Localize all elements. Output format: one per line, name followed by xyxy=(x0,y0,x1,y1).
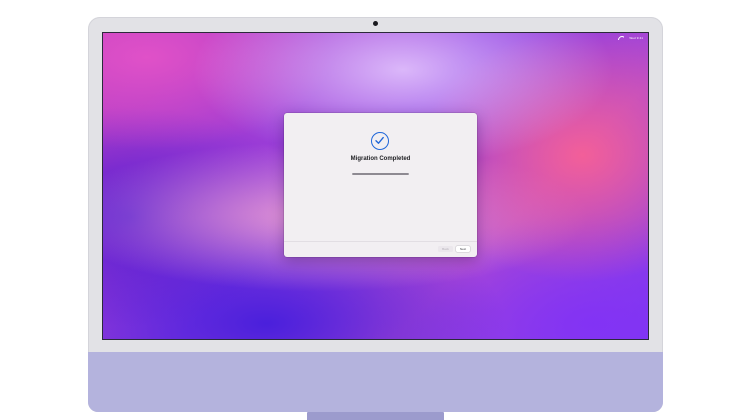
progress-bar xyxy=(352,173,409,175)
progress-fill xyxy=(352,173,409,175)
imac-chin xyxy=(88,352,663,412)
back-button[interactable]: Back xyxy=(438,246,453,252)
display-screen: Wed 9:41 Migration Completed Back Next xyxy=(102,32,649,340)
dialog-divider xyxy=(284,241,477,242)
imac-stand xyxy=(307,412,444,420)
menubar-clock[interactable]: Wed 9:41 xyxy=(629,36,643,40)
next-button[interactable]: Next xyxy=(456,246,470,252)
wifi-icon[interactable] xyxy=(618,36,624,40)
checkmark-circle-icon xyxy=(371,132,389,150)
camera-icon xyxy=(373,21,378,26)
dialog-title: Migration Completed xyxy=(350,156,411,162)
menubar-status: Wed 9:41 xyxy=(618,36,643,40)
migration-dialog: Migration Completed Back Next xyxy=(284,113,477,257)
